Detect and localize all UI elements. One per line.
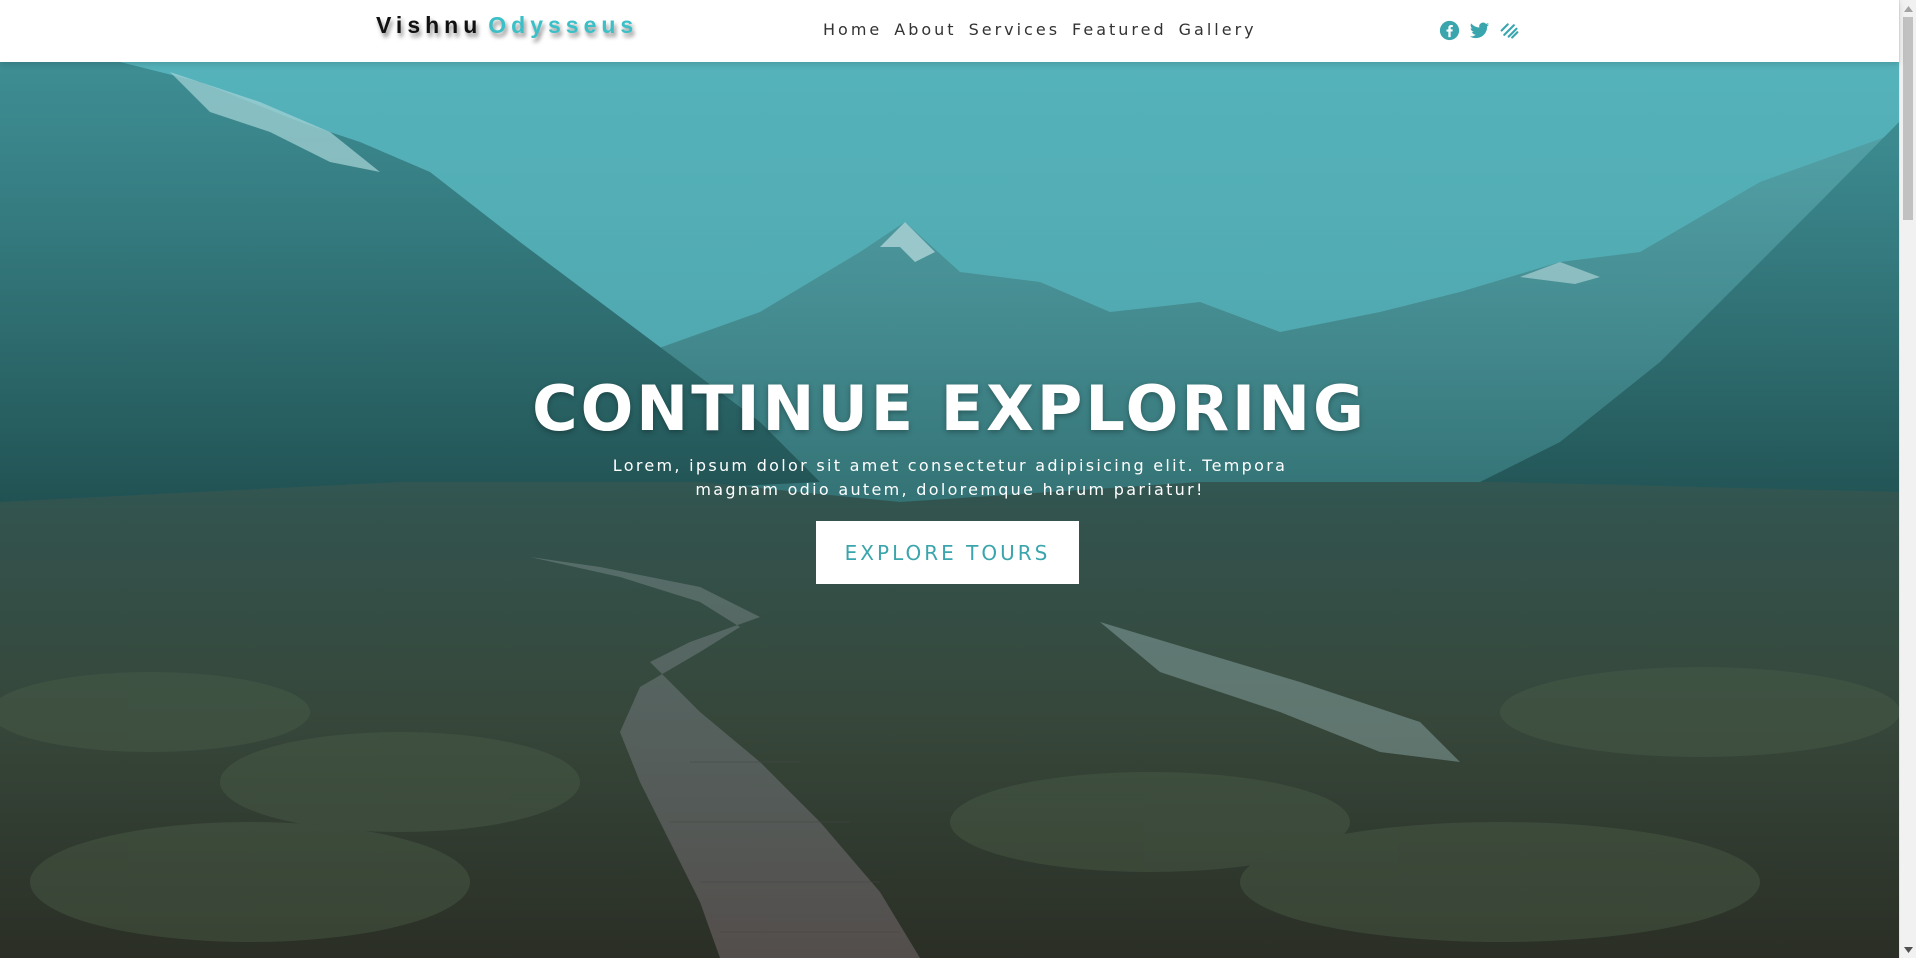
- brand-name-first: Vishnu: [376, 12, 483, 38]
- brand-name-second: Odysseus: [488, 12, 639, 38]
- hero-section: CONTINUE EXPLORING Lorem, ipsum dolor si…: [0, 62, 1899, 958]
- twitter-icon[interactable]: [1469, 20, 1490, 41]
- scrollbar-thumb[interactable]: [1903, 17, 1913, 220]
- navbar: Vishnu Odysseus Home About Services Featu…: [0, 0, 1899, 62]
- explore-tours-button[interactable]: EXPLORE TOURS: [816, 521, 1079, 584]
- hero-subtitle: Lorem, ipsum dolor sit amet consectetur …: [612, 456, 1288, 499]
- scroll-down-arrow-icon[interactable]: [1900, 941, 1916, 958]
- social-links: [1439, 20, 1520, 41]
- nav-link-home[interactable]: Home: [823, 20, 888, 39]
- squarespace-icon[interactable]: [1499, 20, 1520, 41]
- scroll-up-arrow-icon[interactable]: [1900, 0, 1916, 17]
- vertical-scrollbar[interactable]: [1899, 0, 1916, 958]
- nav-link-about[interactable]: About: [894, 20, 962, 39]
- nav-links: Home About Services Featured Gallery: [823, 20, 1269, 39]
- hero-content: CONTINUE EXPLORING Lorem, ipsum dolor si…: [0, 62, 1899, 958]
- nav-link-featured[interactable]: Featured: [1072, 20, 1173, 39]
- nav-link-gallery[interactable]: Gallery: [1179, 20, 1263, 39]
- nav-link-services[interactable]: Services: [969, 20, 1066, 39]
- hero-title: CONTINUE EXPLORING: [532, 372, 1367, 445]
- facebook-icon[interactable]: [1439, 20, 1460, 41]
- brand-logo[interactable]: Vishnu Odysseus: [376, 12, 638, 39]
